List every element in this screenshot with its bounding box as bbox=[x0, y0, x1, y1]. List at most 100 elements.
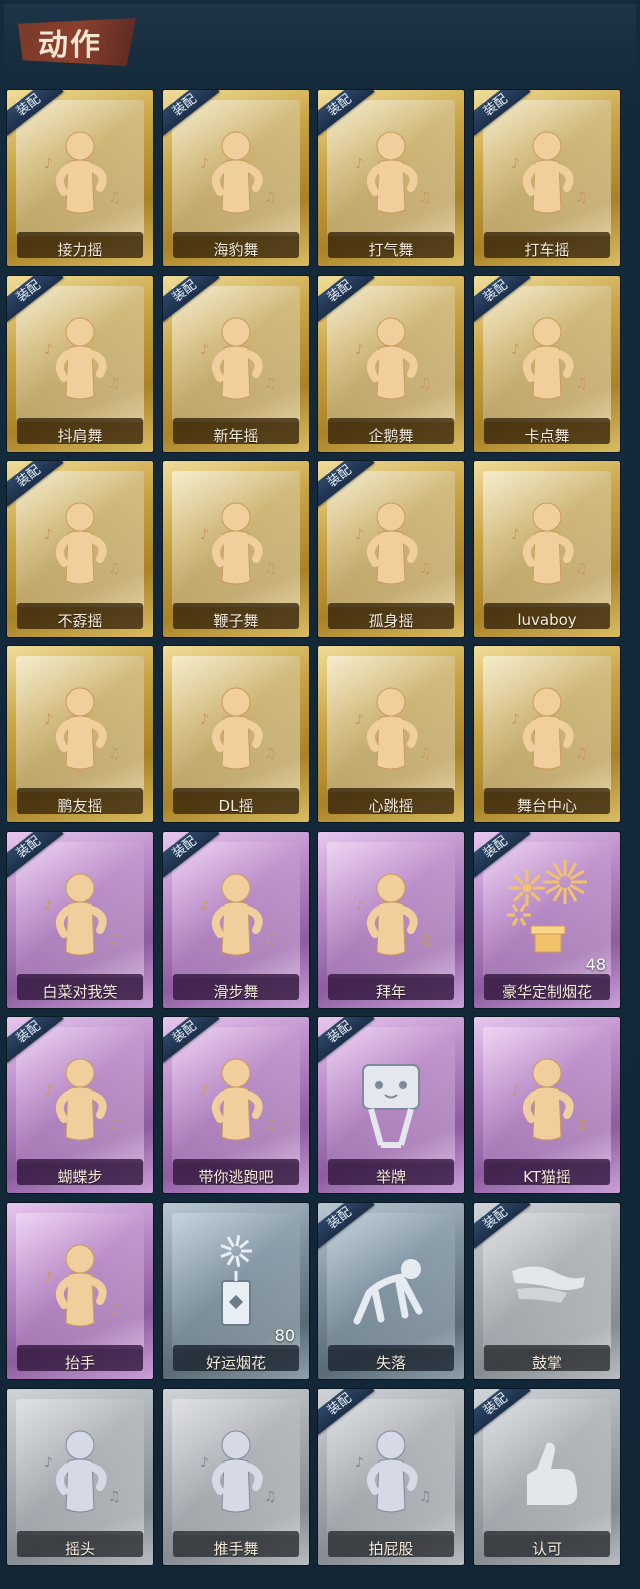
dance-figure-icon: ♪ ♫ bbox=[497, 489, 597, 599]
action-card[interactable]: ♪ ♫ 舞台中心 bbox=[474, 646, 620, 822]
dance-figure-icon: ♪ ♫ bbox=[497, 674, 597, 784]
dance-figure-icon: ♪ ♫ bbox=[341, 304, 441, 414]
action-card[interactable]: ♪ ♫ luvaboy bbox=[474, 461, 620, 637]
action-card[interactable]: ♪ ♫ 装配 新年摇 bbox=[163, 276, 309, 452]
dance-figure-icon: ♪ ♫ bbox=[341, 674, 441, 784]
action-name: 鼓掌 bbox=[531, 1353, 562, 1372]
action-card[interactable]: ♪ ♫ 装配 打车摇 bbox=[474, 90, 620, 266]
thumbs-up-icon bbox=[497, 1417, 597, 1527]
action-card[interactable]: 装配 鼓掌 bbox=[474, 1203, 620, 1379]
action-name: 新年摇 bbox=[213, 426, 259, 445]
dance-figure-icon: ♪ ♫ bbox=[186, 304, 286, 414]
svg-text:♫: ♫ bbox=[108, 1117, 121, 1133]
svg-text:♫: ♫ bbox=[419, 190, 432, 206]
dance-figure-icon: ♪ ♫ bbox=[497, 304, 597, 414]
svg-text:♫: ♫ bbox=[264, 932, 277, 948]
action-card[interactable]: 80 好运烟花 bbox=[163, 1203, 309, 1379]
action-name: 好运烟花 bbox=[205, 1353, 266, 1372]
action-card[interactable]: ♪ ♫ 装配 带你逃跑吧 bbox=[163, 1017, 309, 1193]
svg-text:♫: ♫ bbox=[575, 190, 588, 206]
dance-figure-icon: ♪ ♫ bbox=[30, 860, 130, 970]
action-card[interactable]: ♪ ♫ 心跳摇 bbox=[318, 646, 464, 822]
action-card[interactable]: ♪ ♫ 装配 打气舞 bbox=[318, 90, 464, 266]
action-card[interactable]: ♪ ♫ KT猫摇 bbox=[474, 1017, 620, 1193]
dance-figure-icon: ♪ ♫ bbox=[30, 1417, 130, 1527]
action-name: 打气舞 bbox=[368, 240, 414, 259]
svg-text:♪: ♪ bbox=[44, 1269, 53, 1285]
svg-text:♫: ♫ bbox=[108, 190, 121, 206]
action-card[interactable]: ♪ ♫ 鹏友摇 bbox=[7, 646, 153, 822]
action-card[interactable]: ♪ ♫ 装配 白菜对我笑 bbox=[7, 832, 153, 1008]
action-name: 推手舞 bbox=[213, 1539, 259, 1558]
action-card[interactable]: ♪ ♫ 拜年 bbox=[318, 832, 464, 1008]
svg-text:♫: ♫ bbox=[575, 746, 588, 762]
svg-text:♪: ♪ bbox=[511, 712, 520, 728]
label-bar: 失落 bbox=[318, 1339, 464, 1379]
action-name: 舞台中心 bbox=[516, 796, 577, 815]
dance-figure-icon: ♪ ♫ bbox=[341, 118, 441, 228]
svg-text:♫: ♫ bbox=[264, 376, 277, 392]
svg-text:♪: ♪ bbox=[355, 156, 364, 172]
svg-text:♪: ♪ bbox=[511, 1083, 520, 1099]
action-name: 心跳摇 bbox=[368, 796, 414, 815]
action-card[interactable]: ♪ ♫ 装配 孤身摇 bbox=[318, 461, 464, 637]
header: 动作 bbox=[4, 4, 636, 80]
action-card[interactable]: 装配 48 豪华定制烟花 bbox=[474, 832, 620, 1008]
label-bar: 蝴蝶步 bbox=[7, 1153, 153, 1193]
action-card[interactable]: ♪ ♫ 装配 不孬摇 bbox=[7, 461, 153, 637]
label-bar: 打车摇 bbox=[474, 226, 620, 266]
action-name: 滑步舞 bbox=[213, 982, 259, 1001]
action-name: 接力摇 bbox=[57, 240, 103, 259]
action-name: 拜年 bbox=[375, 982, 406, 1001]
svg-text:♪: ♪ bbox=[511, 342, 520, 358]
dance-figure-icon: ♪ ♫ bbox=[30, 1231, 130, 1341]
label-bar: 举牌 bbox=[318, 1153, 464, 1193]
action-card[interactable]: ♪ ♫ 装配 抖肩舞 bbox=[7, 276, 153, 452]
dance-figure-icon: ♪ ♫ bbox=[497, 118, 597, 228]
action-card[interactable]: ♪ ♫ 装配 企鹅舞 bbox=[318, 276, 464, 452]
svg-text:♫: ♫ bbox=[108, 932, 121, 948]
svg-text:♪: ♪ bbox=[511, 527, 520, 543]
action-name: 失落 bbox=[375, 1353, 406, 1372]
action-card[interactable]: ♪ ♫ 抬手 bbox=[7, 1203, 153, 1379]
label-bar: 推手舞 bbox=[163, 1525, 309, 1565]
label-bar: 白菜对我笑 bbox=[7, 968, 153, 1008]
svg-text:♫: ♫ bbox=[264, 746, 277, 762]
action-card[interactable]: 装配 举牌 bbox=[318, 1017, 464, 1193]
label-bar: 鞭子舞 bbox=[163, 597, 309, 637]
svg-text:♪: ♪ bbox=[355, 342, 364, 358]
action-card[interactable]: ♪ ♫ 装配 拍屁股 bbox=[318, 1389, 464, 1565]
action-card[interactable]: ♪ ♫ 装配 蝴蝶步 bbox=[7, 1017, 153, 1193]
label-bar: 接力摇 bbox=[7, 226, 153, 266]
action-card[interactable]: ♪ ♫ 鞭子舞 bbox=[163, 461, 309, 637]
action-name: 白菜对我笑 bbox=[42, 982, 118, 1001]
svg-text:♪: ♪ bbox=[200, 156, 209, 172]
label-bar: 不孬摇 bbox=[7, 597, 153, 637]
action-card[interactable]: ♪ ♫ 装配 滑步舞 bbox=[163, 832, 309, 1008]
action-card[interactable]: ♪ ♫ 推手舞 bbox=[163, 1389, 309, 1565]
label-bar: 心跳摇 bbox=[318, 782, 464, 822]
action-card[interactable]: ♪ ♫ 装配 海豹舞 bbox=[163, 90, 309, 266]
svg-text:♫: ♫ bbox=[264, 561, 277, 577]
label-bar: luvaboy bbox=[474, 597, 620, 637]
label-bar: 摇头 bbox=[7, 1525, 153, 1565]
action-card[interactable]: ♪ ♫ 摇头 bbox=[7, 1389, 153, 1565]
svg-text:♪: ♪ bbox=[44, 1455, 53, 1471]
label-bar: 拜年 bbox=[318, 968, 464, 1008]
action-name: 蝴蝶步 bbox=[57, 1167, 103, 1186]
svg-text:♫: ♫ bbox=[108, 376, 121, 392]
label-bar: KT猫摇 bbox=[474, 1153, 620, 1193]
svg-text:♫: ♫ bbox=[419, 932, 432, 948]
svg-text:♫: ♫ bbox=[108, 1303, 121, 1319]
action-card[interactable]: ♪ ♫ DL摇 bbox=[163, 646, 309, 822]
svg-text:♪: ♪ bbox=[44, 1083, 53, 1099]
label-bar: 舞台中心 bbox=[474, 782, 620, 822]
svg-text:♪: ♪ bbox=[44, 712, 53, 728]
action-card[interactable]: ♪ ♫ 装配 卡点舞 bbox=[474, 276, 620, 452]
action-card[interactable]: 装配 失落 bbox=[318, 1203, 464, 1379]
action-card[interactable]: ♪ ♫ 装配 接力摇 bbox=[7, 90, 153, 266]
action-card[interactable]: 装配 认可 bbox=[474, 1389, 620, 1565]
svg-text:♪: ♪ bbox=[200, 712, 209, 728]
action-name: 打车摇 bbox=[524, 240, 570, 259]
action-name: 卡点舞 bbox=[524, 426, 570, 445]
